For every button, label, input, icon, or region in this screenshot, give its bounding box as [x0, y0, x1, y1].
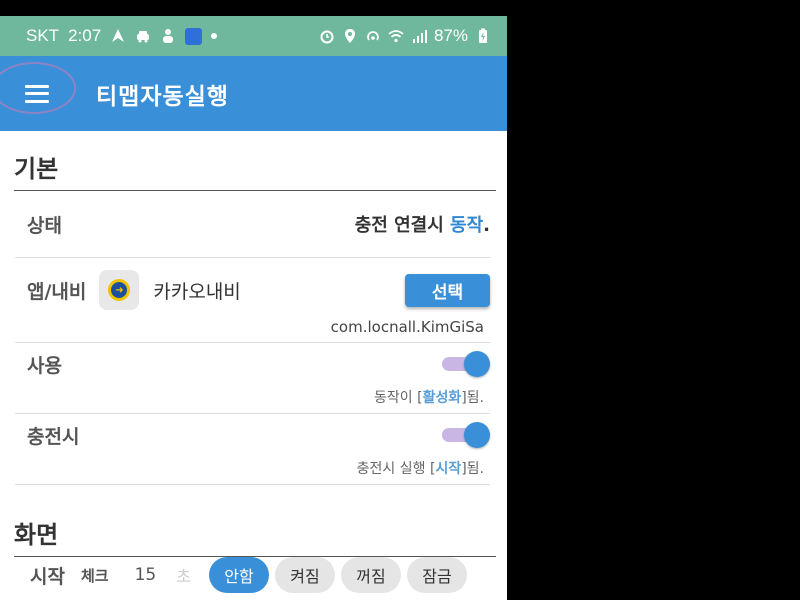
- status-value-suffix: .: [483, 215, 490, 236]
- status-value: 충전 연결시 동작.: [355, 211, 490, 237]
- alarm-icon: [319, 28, 335, 44]
- location-icon: [342, 28, 358, 44]
- seconds-unit: 초: [176, 567, 191, 586]
- use-desc-prefix: 동작이 [: [374, 390, 423, 406]
- phone-screen: SKT 2:07 87% 티맵자동실행 기본 상태 충전 연결시 동작. 앱/내…: [0, 16, 507, 600]
- use-desc-suffix: ]됨.: [461, 390, 484, 406]
- notification-dot-icon: [211, 33, 218, 39]
- check-label: 체크: [80, 566, 109, 585]
- app-bar: 티맵자동실행: [0, 56, 507, 131]
- status-value-accent: 동작: [450, 215, 484, 236]
- use-desc-highlight: 활성화: [422, 390, 462, 406]
- use-description: 동작이 [활성화]됨.: [374, 387, 484, 407]
- car-icon: [135, 28, 151, 44]
- menu-button[interactable]: [0, 56, 76, 131]
- status-label: 상태: [27, 214, 62, 237]
- charging-row: 충전시 충전시 실행 [시작]됨.: [15, 414, 490, 485]
- option-chip-lock[interactable]: 잠금: [406, 557, 467, 593]
- use-toggle-switch[interactable]: [442, 351, 490, 377]
- section-basic-header: 기본: [14, 131, 496, 191]
- kakao-navi-app-icon: ➜: [99, 270, 140, 310]
- app-label: 앱/내비: [27, 280, 87, 303]
- status-row: 상태 충전 연결시 동작.: [15, 191, 490, 258]
- app-title: 티맵자동실행: [96, 83, 229, 110]
- battery-charging-icon: [475, 28, 491, 44]
- carrier-label: SKT: [26, 26, 60, 45]
- charging-desc-highlight: 시작: [435, 461, 462, 477]
- navigation-icon: [110, 28, 126, 44]
- touch-ripple: [0, 62, 76, 114]
- charging-toggle-switch[interactable]: [442, 422, 490, 448]
- package-name: com.locnall.KimGiSa: [330, 318, 484, 336]
- option-chip-on[interactable]: 켜짐: [274, 557, 335, 593]
- option-chip-off[interactable]: 꺼짐: [340, 557, 401, 593]
- charging-description: 충전시 실행 [시작]됨.: [357, 458, 484, 478]
- signal-icon: [411, 28, 427, 44]
- seconds-value[interactable]: 15: [135, 565, 157, 585]
- app-row: 앱/내비 ➜ 카카오내비 선택 com.locnall.KimGiSa: [15, 258, 490, 343]
- use-row: 사용 동작이 [활성화]됨.: [15, 343, 490, 414]
- clock: 2:07: [68, 26, 102, 45]
- charging-label: 충전시: [27, 425, 80, 448]
- battery-percent: 87%: [433, 26, 468, 45]
- section-screen-header: 화면: [14, 485, 496, 557]
- status-bar: SKT 2:07 87%: [0, 16, 507, 56]
- hotspot-icon: [365, 28, 381, 44]
- app-name: 카카오내비: [153, 280, 241, 303]
- status-value-prefix: 충전 연결시: [354, 215, 451, 236]
- select-app-button[interactable]: 선택: [405, 273, 490, 307]
- wifi-icon: [388, 28, 404, 44]
- use-label: 사용: [27, 354, 62, 377]
- chat-icon: [185, 27, 203, 45]
- option-chip-none[interactable]: 안함: [208, 557, 269, 593]
- start-label: 시작: [30, 565, 65, 588]
- charging-desc-prefix: 충전시 실행 [: [356, 461, 436, 477]
- charging-desc-suffix: ]됨.: [461, 461, 484, 477]
- start-row: 시작 체크 15 초 안함 켜짐 꺼짐 잠금: [0, 555, 507, 595]
- driver-icon: [160, 28, 176, 44]
